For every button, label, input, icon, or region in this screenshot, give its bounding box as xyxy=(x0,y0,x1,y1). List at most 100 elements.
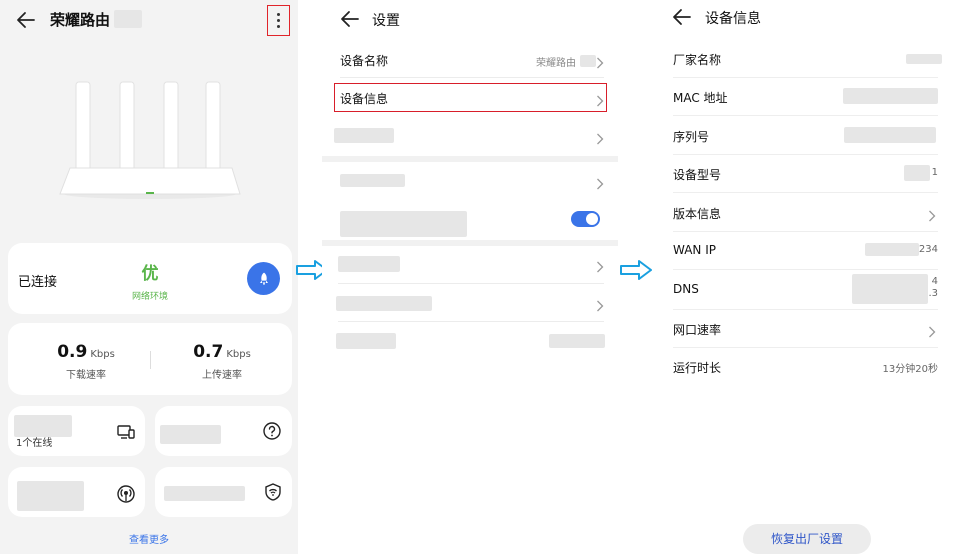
redacted-value xyxy=(844,127,936,143)
download-speed: 0.9 Kbps 下载速率 xyxy=(26,342,146,381)
manufacturer-row: 厂家名称 xyxy=(652,40,952,78)
chevron-right-icon xyxy=(928,323,936,338)
chevron-right-icon xyxy=(596,54,604,69)
serial-number-row: 序列号 A xyxy=(652,117,952,155)
row-divider xyxy=(340,77,604,78)
device-model-row: 设备型号 1 xyxy=(652,155,952,193)
mac-address-row: MAC 地址 xyxy=(652,78,952,116)
help-icon xyxy=(262,421,282,441)
wifi-shield-icon xyxy=(263,482,283,502)
info-value: 4 .3 xyxy=(928,276,938,299)
info-value: 234 xyxy=(918,244,938,255)
wifi-security-tile[interactable] xyxy=(155,467,292,517)
speed-card: 0.9 Kbps 下载速率 0.7 Kbps 上传速率 xyxy=(8,323,292,395)
info-label: 运行时长 xyxy=(673,361,722,375)
flow-arrow-icon xyxy=(619,259,653,281)
page-title: 荣耀路由 xyxy=(50,11,111,29)
factory-reset-button[interactable]: 恢复出厂设置 xyxy=(743,524,871,554)
back-arrow-icon[interactable] xyxy=(670,5,694,29)
devices-icon xyxy=(116,422,136,442)
chevron-right-icon xyxy=(928,207,936,222)
upload-unit: Kbps xyxy=(226,349,251,360)
wan-ip-row: WAN IP 234 xyxy=(652,232,952,270)
highlight-box xyxy=(334,83,607,112)
redacted-title-suffix xyxy=(114,10,142,28)
redacted-value xyxy=(904,165,930,181)
info-label: DNS xyxy=(673,282,699,296)
settings-row-redacted[interactable] xyxy=(322,118,618,154)
dns-row: DNS 4 .3 xyxy=(652,270,952,310)
port-speed-row[interactable]: 网口速率 xyxy=(652,310,952,348)
settings-toggle[interactable] xyxy=(571,211,600,227)
row-divider xyxy=(673,192,938,193)
redacted-label xyxy=(340,174,405,187)
info-label: 网口速率 xyxy=(673,323,722,337)
download-value: 0.9 xyxy=(57,342,88,362)
device-info-panel: 设备信息 厂家名称 MAC 地址 序列号 A 设备型号 1 版 xyxy=(652,0,952,554)
connection-status-card[interactable]: 已连接 优 网络环境 xyxy=(8,243,292,314)
rocket-icon[interactable] xyxy=(247,262,280,295)
device-name-value: 荣耀路由 xyxy=(536,58,576,69)
upload-speed: 0.7 Kbps 上传速率 xyxy=(162,342,282,381)
download-label: 下载速率 xyxy=(66,370,106,381)
info-label: 版本信息 xyxy=(673,207,722,221)
upload-label: 上传速率 xyxy=(202,370,242,381)
router-image xyxy=(56,80,244,200)
chevron-right-icon xyxy=(596,297,604,312)
settings-row-redacted[interactable] xyxy=(322,323,618,359)
speed-divider xyxy=(150,351,151,369)
info-label: 设备型号 xyxy=(673,168,722,182)
router-home-panel: 荣耀路由 已连接 优 网络环境 0.9 Kbps 下载速率 0.7 Kbps 上… xyxy=(0,0,298,554)
device-name-row[interactable]: 设备名称 荣耀路由 xyxy=(322,42,618,78)
row-divider xyxy=(673,115,938,116)
network-grade-label: 网络环境 xyxy=(131,292,168,302)
help-tile[interactable] xyxy=(155,406,292,456)
redacted-label xyxy=(340,211,467,237)
section-separator xyxy=(322,156,618,162)
page-title: 设备信息 xyxy=(705,11,761,27)
redacted-value xyxy=(852,274,928,304)
info-label: 序列号 xyxy=(673,130,710,144)
device-name-label: 设备名称 xyxy=(340,54,389,68)
row-divider xyxy=(338,321,604,322)
redacted-device-name xyxy=(580,55,596,67)
antenna-tile[interactable] xyxy=(8,467,145,517)
redacted-tile-title xyxy=(17,481,84,511)
redacted-label xyxy=(334,128,394,143)
screenshot: 荣耀路由 已连接 优 网络环境 0.9 Kbps 下载速率 0.7 Kbps 上… xyxy=(0,0,970,554)
antenna-icon xyxy=(116,484,136,504)
more-vertical-icon[interactable] xyxy=(267,5,290,36)
redacted-value xyxy=(865,243,919,256)
back-arrow-icon[interactable] xyxy=(14,8,38,32)
info-label: 厂家名称 xyxy=(673,53,722,67)
settings-panel: 设置 设备名称 荣耀路由 设备信息 xyxy=(322,0,618,554)
redacted-label xyxy=(336,296,432,311)
settings-row-redacted[interactable] xyxy=(322,285,618,321)
version-info-row[interactable]: 版本信息 xyxy=(652,194,952,232)
info-value: 1 xyxy=(931,167,938,178)
redacted-tile-title xyxy=(164,486,245,501)
back-arrow-icon[interactable] xyxy=(338,7,362,31)
devices-online-count: 1个在线 xyxy=(16,438,53,449)
info-label: WAN IP xyxy=(673,243,716,257)
info-label: MAC 地址 xyxy=(673,91,728,105)
chevron-right-icon xyxy=(596,175,604,190)
redacted-label xyxy=(338,256,400,272)
redacted-label xyxy=(336,333,396,349)
terminal-devices-tile[interactable]: 1个在线 xyxy=(8,406,145,456)
upload-value: 0.7 xyxy=(193,342,224,362)
info-value: 13分钟20秒 xyxy=(882,364,938,375)
redacted-value xyxy=(843,88,938,104)
uptime-row: 运行时长 13分钟20秒 xyxy=(652,348,952,386)
page-title: 设置 xyxy=(372,13,400,29)
download-unit: Kbps xyxy=(90,349,115,360)
redacted-value xyxy=(906,54,942,64)
home-header: 荣耀路由 xyxy=(0,0,298,40)
redacted-value xyxy=(549,334,605,348)
settings-row-redacted[interactable] xyxy=(322,246,618,282)
view-more-link[interactable]: 查看更多 xyxy=(0,531,298,546)
chevron-right-icon xyxy=(596,258,604,273)
row-divider xyxy=(338,283,604,284)
settings-row-redacted[interactable] xyxy=(322,163,618,199)
chevron-right-icon xyxy=(596,130,604,145)
